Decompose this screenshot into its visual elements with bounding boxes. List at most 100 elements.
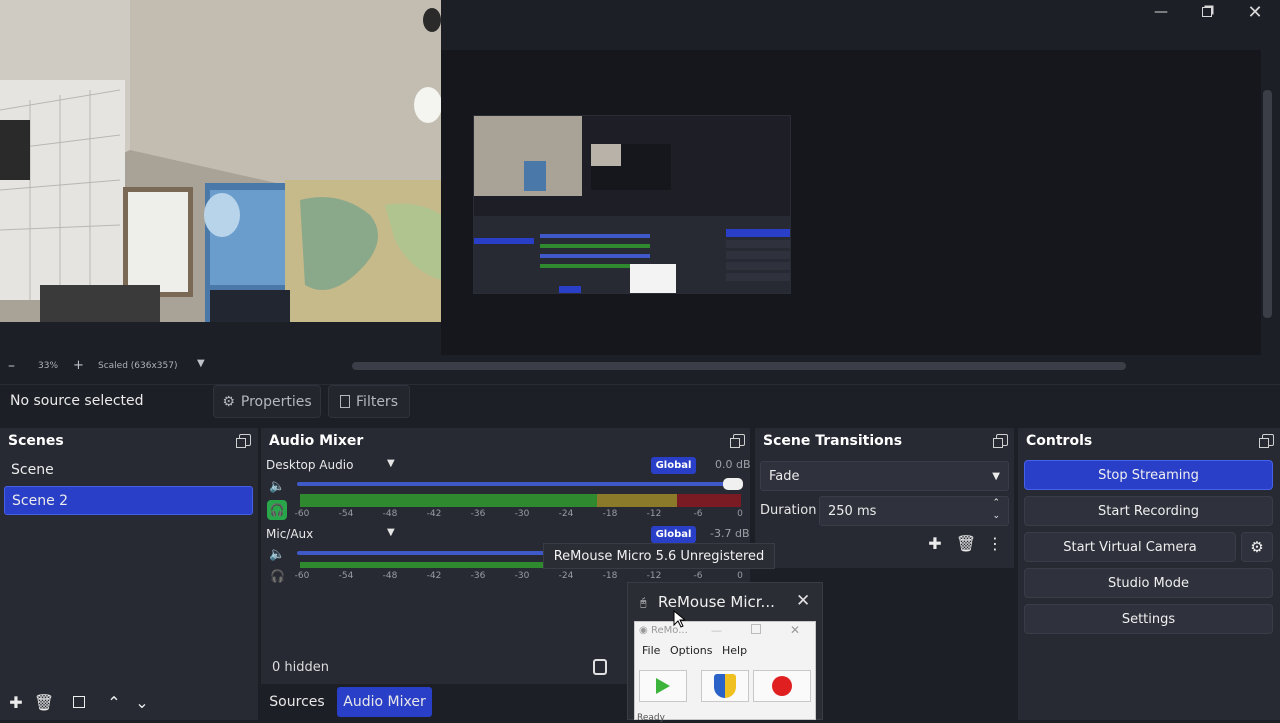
preview-horizontal-scrollbar[interactable] bbox=[352, 362, 1126, 370]
tick: -36 bbox=[470, 571, 486, 581]
channel-menu-dropdown[interactable]: ▼ bbox=[387, 458, 395, 469]
menu-help[interactable]: Help bbox=[722, 644, 747, 657]
trash-icon: 🗑 bbox=[955, 533, 977, 553]
properties-label: Properties bbox=[240, 393, 312, 410]
remove-scene-button[interactable]: 🗑 bbox=[31, 691, 57, 713]
level-meter-red bbox=[677, 494, 741, 507]
close-icon[interactable]: ✕ bbox=[796, 591, 810, 611]
speaker-icon[interactable]: 🔈 bbox=[269, 479, 285, 494]
zoom-in-button[interactable]: + bbox=[73, 358, 84, 373]
tick: -48 bbox=[382, 509, 398, 519]
remouse-app-icon: 🖰 bbox=[640, 596, 647, 609]
tick: -54 bbox=[338, 509, 354, 519]
play-button[interactable] bbox=[639, 670, 687, 702]
undock-icon[interactable] bbox=[236, 434, 251, 448]
stepper-down-icon[interactable]: ⌄ bbox=[992, 511, 1000, 521]
duration-input[interactable]: 250 ms ⌃ ⌄ bbox=[819, 496, 1009, 526]
nested-preview-image bbox=[473, 115, 791, 294]
channel-db: -3.7 dB bbox=[710, 527, 750, 540]
level-meter-green bbox=[300, 494, 597, 507]
start-virtual-camera-button[interactable]: Start Virtual Camera bbox=[1024, 532, 1236, 562]
filters-label: Filters bbox=[356, 393, 398, 410]
channel-scope-badge: Global bbox=[651, 457, 696, 474]
tick: -30 bbox=[514, 509, 530, 519]
zoom-out-button[interactable]: – bbox=[8, 358, 15, 374]
virtual-camera-settings-button[interactable]: ⚙ bbox=[1241, 532, 1273, 562]
controls-title: Controls bbox=[1026, 433, 1093, 449]
shield-button[interactable] bbox=[701, 670, 749, 702]
channel-db: 0.0 dB bbox=[715, 458, 751, 471]
minimize-icon[interactable]: — bbox=[711, 624, 722, 637]
stepper-up-icon[interactable]: ⌃ bbox=[992, 498, 1000, 508]
remouse-app-icon: ◉ bbox=[639, 625, 648, 636]
minimize-button[interactable]: — bbox=[1148, 2, 1174, 22]
tab-audio-mixer[interactable]: Audio Mixer bbox=[337, 687, 432, 717]
scene-item[interactable]: Scene bbox=[4, 456, 253, 485]
preview-vertical-scrollbar[interactable] bbox=[1263, 90, 1272, 318]
move-scene-up-button[interactable]: ⌃ bbox=[101, 691, 127, 713]
volume-slider[interactable] bbox=[297, 551, 547, 555]
chevron-down-icon: ▼ bbox=[992, 470, 1000, 482]
studio-mode-button[interactable]: Studio Mode bbox=[1024, 568, 1273, 598]
gear-icon: ⚙ bbox=[222, 393, 235, 410]
filters-button[interactable]: Filters bbox=[328, 385, 410, 418]
meter-scale: -60 -54 -48 -42 -36 -30 -24 -18 -12 -6 0 bbox=[0, 509, 750, 521]
restore-button[interactable] bbox=[1194, 2, 1220, 22]
settings-button[interactable]: Settings bbox=[1024, 604, 1273, 634]
scale-mode-dropdown[interactable]: ▼ bbox=[197, 358, 205, 369]
undock-icon[interactable] bbox=[993, 434, 1008, 448]
menu-options[interactable]: Options bbox=[670, 644, 712, 657]
tick: -12 bbox=[646, 571, 662, 581]
scenes-title: Scenes bbox=[8, 433, 64, 449]
scene-filters-button[interactable] bbox=[66, 691, 92, 713]
tick: -24 bbox=[558, 509, 574, 519]
speaker-icon[interactable]: 🔈 bbox=[269, 547, 285, 562]
filter-icon bbox=[73, 696, 85, 708]
properties-button[interactable]: ⚙ Properties bbox=[213, 385, 321, 418]
tick: -60 bbox=[294, 571, 310, 581]
volume-slider[interactable] bbox=[297, 482, 738, 486]
tick: -30 bbox=[514, 571, 530, 581]
add-transition-button[interactable]: ✚ bbox=[922, 532, 948, 554]
gear-icon: ⚙ bbox=[1250, 538, 1264, 556]
source-toolbar bbox=[0, 384, 1280, 420]
undock-icon[interactable] bbox=[730, 434, 745, 448]
restore-icon bbox=[1202, 7, 1212, 17]
duration-label: Duration bbox=[760, 503, 817, 518]
stop-streaming-button[interactable]: Stop Streaming bbox=[1024, 460, 1273, 490]
transition-properties-button[interactable]: ⋮ bbox=[982, 532, 1008, 554]
volume-slider-handle[interactable] bbox=[723, 478, 743, 490]
tick: 0 bbox=[737, 571, 743, 581]
more-vertical-icon: ⋮ bbox=[987, 533, 1003, 553]
record-button[interactable] bbox=[753, 670, 811, 702]
start-recording-button[interactable]: Start Recording bbox=[1024, 496, 1273, 526]
mixer-layout-icon[interactable] bbox=[593, 659, 607, 675]
tick: -18 bbox=[602, 509, 618, 519]
add-scene-button[interactable]: ✚ bbox=[3, 691, 29, 713]
audio-mixer-title: Audio Mixer bbox=[269, 433, 364, 449]
undock-icon[interactable] bbox=[1259, 434, 1274, 448]
plus-icon: ✚ bbox=[9, 692, 23, 712]
channel-name: Mic/Aux bbox=[266, 527, 314, 541]
transition-select[interactable]: Fade ▼ bbox=[760, 461, 1009, 491]
tick: -60 bbox=[294, 509, 310, 519]
tab-sources[interactable]: Sources bbox=[264, 687, 330, 717]
close-button[interactable]: ✕ bbox=[1242, 1, 1268, 23]
close-icon[interactable]: ✕ bbox=[790, 623, 800, 637]
remove-transition-button[interactable]: 🗑 bbox=[953, 532, 979, 554]
close-icon: ✕ bbox=[1247, 1, 1263, 23]
shield-icon bbox=[714, 674, 736, 698]
channel-scope-badge: Global bbox=[651, 526, 696, 543]
minimize-icon: — bbox=[1154, 4, 1168, 20]
tick: -54 bbox=[338, 571, 354, 581]
remouse-tooltip: ReMouse Micro 5.6 Unregistered bbox=[543, 543, 775, 569]
tick: -48 bbox=[382, 571, 398, 581]
remouse-window[interactable]: ReMo... ◉ — ✕ File Options Help Ready bbox=[634, 621, 816, 723]
plus-icon: ✚ bbox=[928, 533, 942, 553]
maximize-icon[interactable] bbox=[751, 624, 761, 634]
filter-icon bbox=[340, 395, 351, 408]
play-icon bbox=[656, 678, 670, 694]
menu-file[interactable]: File bbox=[642, 644, 660, 657]
channel-menu-dropdown[interactable]: ▼ bbox=[387, 527, 395, 538]
move-scene-down-button[interactable]: ⌄ bbox=[129, 691, 155, 713]
